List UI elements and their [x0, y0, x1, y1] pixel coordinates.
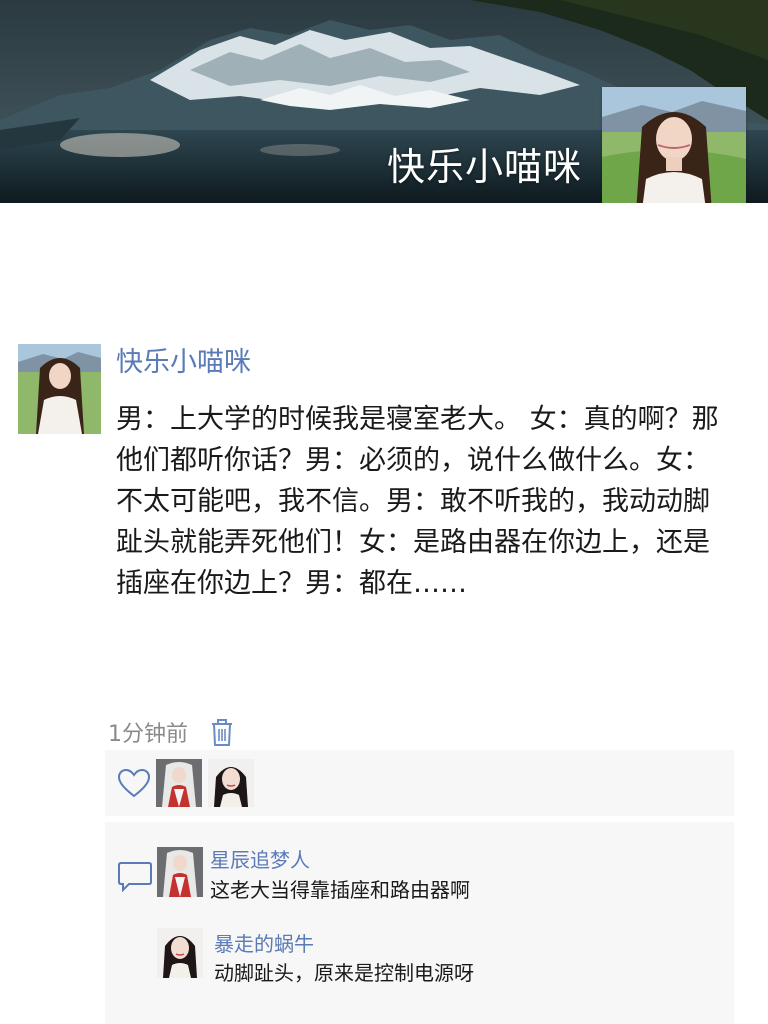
comment-author-name[interactable]: 暴走的蜗牛: [214, 928, 314, 957]
post-author-avatar[interactable]: [18, 344, 101, 434]
portrait-image: [156, 759, 202, 807]
comment-author-name[interactable]: 星辰追梦人: [210, 844, 310, 873]
trash-icon[interactable]: [210, 717, 234, 747]
comment-text: 这老大当得靠插座和路由器啊: [210, 878, 470, 902]
cover-username[interactable]: 快乐小喵咪: [387, 136, 582, 191]
liker-avatar[interactable]: [156, 759, 202, 807]
likes-panel: [105, 750, 734, 816]
cover-image[interactable]: 快乐小喵咪: [0, 0, 768, 203]
liker-avatar[interactable]: [208, 759, 254, 807]
post-body-text: 男：上大学的时候我是寝室老大。 女：真的啊？那他们都听你话？男：必须的，说什么做…: [116, 404, 719, 599]
moments-page: 快乐小喵咪 快乐小喵咪 男：上大学的时候我是寝室老大。 女：真的啊？那他们都听你…: [0, 0, 768, 1024]
portrait-image: [208, 759, 254, 807]
portrait-image: [18, 344, 101, 434]
post-timestamp: 1分钟前: [108, 722, 188, 747]
portrait-image: [602, 87, 746, 203]
commenter-avatar[interactable]: [157, 928, 203, 978]
comment-text: 动脚趾头，原来是控制电源呀: [214, 961, 474, 985]
profile-avatar[interactable]: [602, 87, 746, 203]
post-author-name[interactable]: 快乐小喵咪: [116, 340, 251, 379]
portrait-image: [157, 847, 203, 897]
commenter-avatar[interactable]: [157, 847, 203, 897]
portrait-image: [157, 928, 203, 978]
comments-panel: 星辰追梦人 这老大当得靠插座和路由器啊 暴走的蜗牛 动脚趾头，原来是控制电源呀: [105, 822, 734, 1024]
post-meta-row: 1分钟前: [108, 714, 234, 750]
heart-outline-icon: [114, 764, 154, 802]
comment-bubble-icon: [116, 858, 154, 894]
